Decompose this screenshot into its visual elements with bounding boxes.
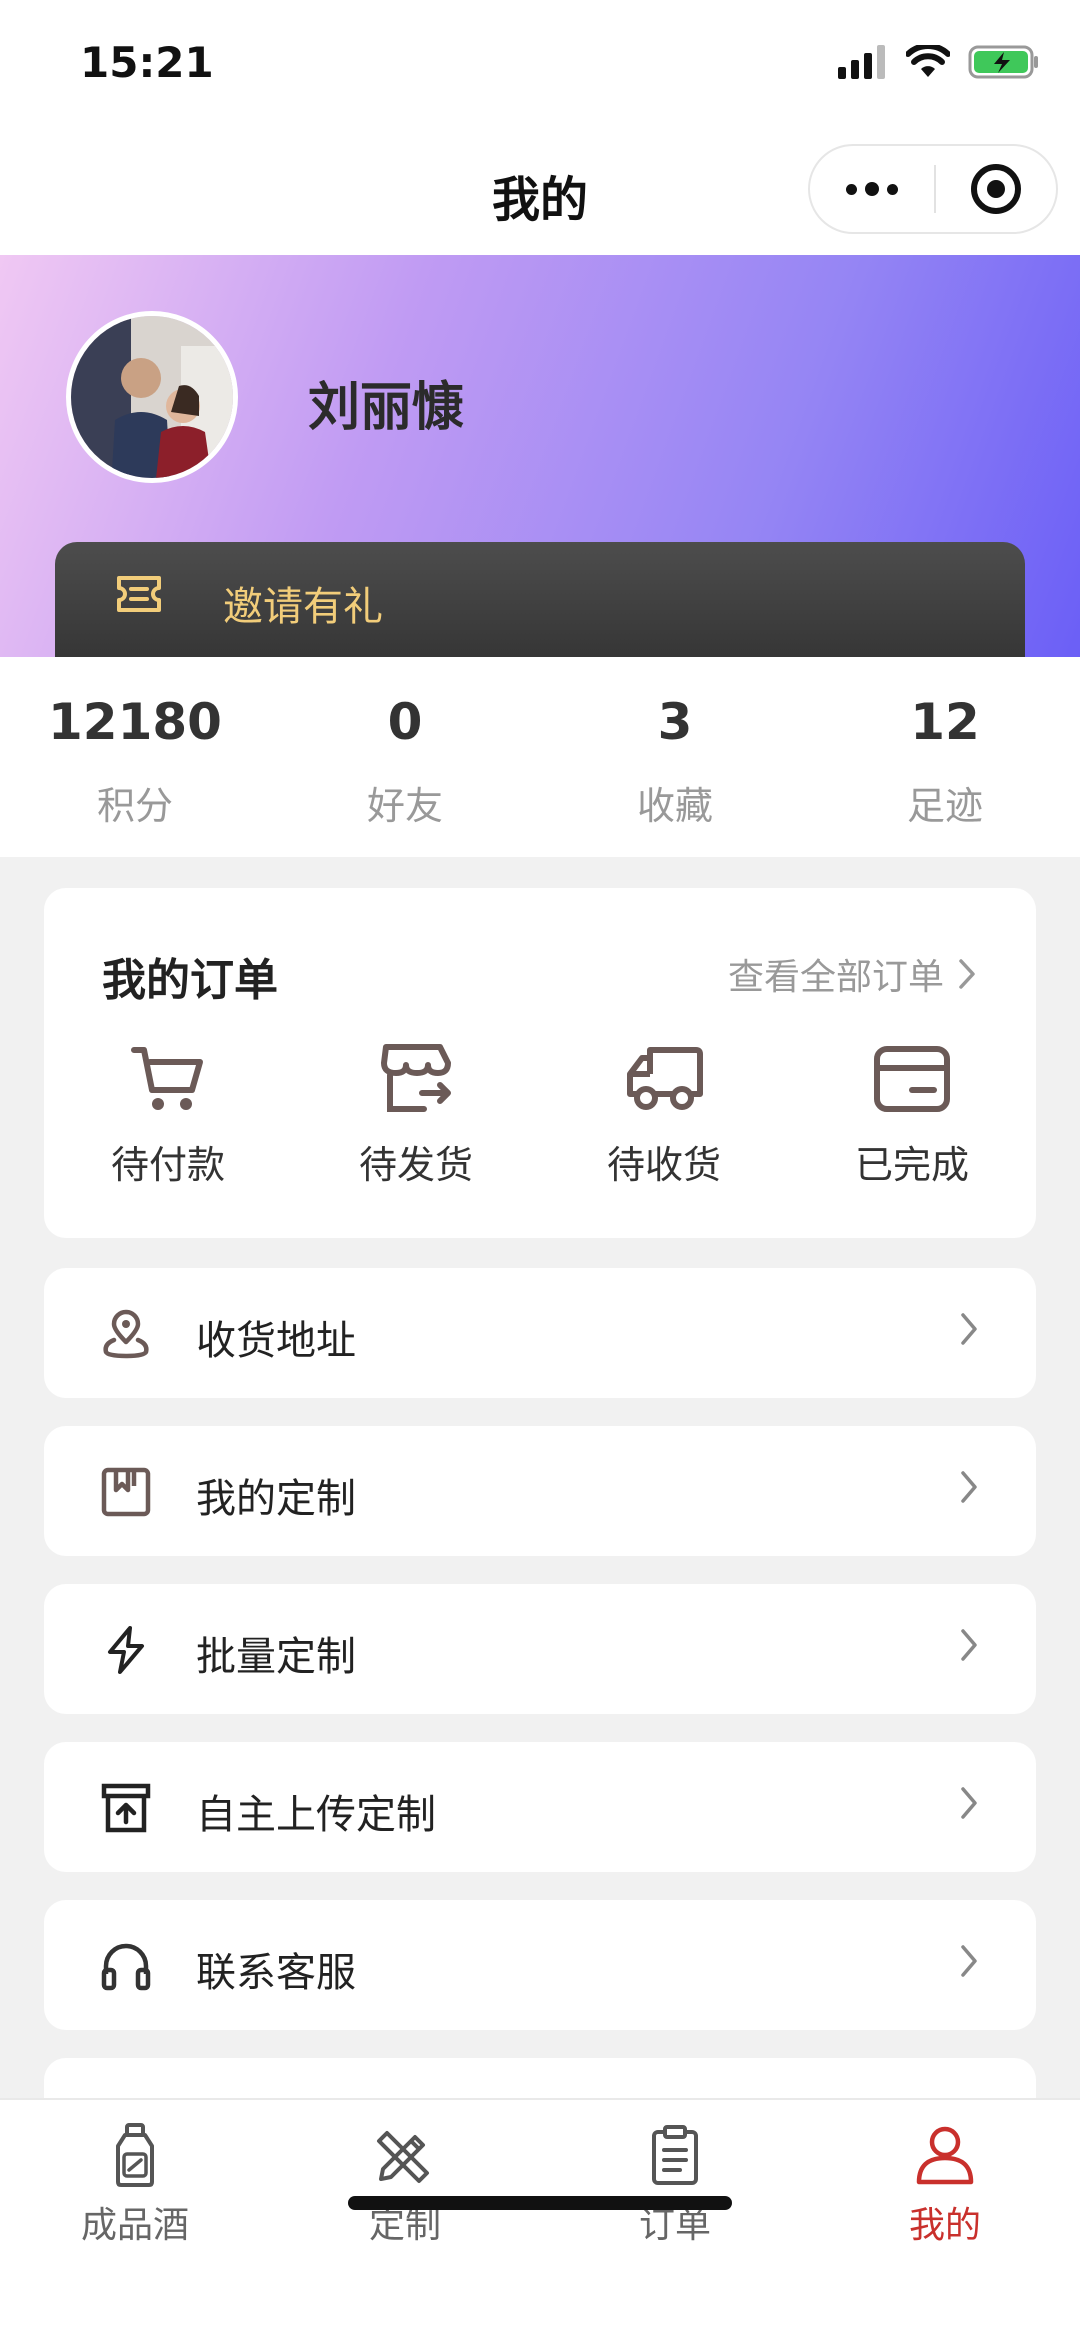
stat-value: 12180 xyxy=(48,693,222,751)
stats-bar: 12180 积分 0 好友 3 收藏 12 足迹 xyxy=(0,657,1080,857)
tab-finished-liquor[interactable]: 成品酒 xyxy=(0,2100,270,2250)
order-status-list: 待付款 待发货 待收货 已完成 xyxy=(44,1038,1036,1189)
order-status-label: 待收货 xyxy=(606,1143,721,1187)
tab-label: 我的 xyxy=(908,2205,981,2246)
menu-item-label: 自主上传定制 xyxy=(196,1792,436,1838)
order-completed[interactable]: 已完成 xyxy=(788,1038,1036,1189)
chevron-right-icon xyxy=(961,1313,977,1345)
headset-icon xyxy=(101,1943,151,1991)
orders-card: 我的订单 查看全部订单 待付款 待发货 待收货 已完成 xyxy=(44,888,1036,1238)
menu-item-label: 批量定制 xyxy=(196,1634,356,1680)
more-button[interactable] xyxy=(810,146,934,232)
target-close-icon xyxy=(971,164,1021,214)
order-pending-payment[interactable]: 待付款 xyxy=(44,1038,292,1189)
custom-box-icon xyxy=(101,1467,151,1517)
wallet-icon xyxy=(874,1046,950,1112)
more-dot-icon xyxy=(887,183,898,195)
home-indicator[interactable] xyxy=(348,2196,732,2210)
chevron-right-icon xyxy=(961,1945,977,1977)
battery-charging-icon xyxy=(968,45,1038,79)
order-status-label: 待发货 xyxy=(358,1143,473,1187)
profile-header: 刘丽慷 邀请有礼 xyxy=(0,255,1080,657)
user-icon xyxy=(916,2126,974,2185)
menu-item-bulk-custom[interactable]: 批量定制 xyxy=(44,1584,1036,1714)
menu-item-label: 收货地址 xyxy=(196,1318,356,1364)
pencil-ruler-icon xyxy=(377,2131,429,2183)
stat-value: 12 xyxy=(910,693,980,751)
wifi-icon xyxy=(906,45,950,77)
more-dot-icon xyxy=(865,182,879,196)
stat-label: 积分 xyxy=(96,784,173,828)
menu-item-my-custom[interactable]: 我的定制 xyxy=(44,1426,1036,1556)
status-time: 15:21 xyxy=(80,38,214,87)
cart-icon xyxy=(131,1047,203,1110)
stat-label: 收藏 xyxy=(636,784,713,828)
stat-label: 足迹 xyxy=(906,784,983,828)
menu-item-label: 我的定制 xyxy=(196,1476,356,1522)
location-pin-icon xyxy=(103,1309,149,1359)
stat-favorites[interactable]: 3 收藏 xyxy=(540,657,810,857)
status-icons xyxy=(838,44,1040,80)
more-dot-icon xyxy=(846,183,857,195)
order-pending-shipment[interactable]: 待发货 xyxy=(292,1038,540,1189)
tab-label: 成品酒 xyxy=(80,2205,189,2246)
order-status-label: 待付款 xyxy=(110,1143,225,1187)
avatar[interactable] xyxy=(66,311,238,483)
chevron-right-icon xyxy=(961,1471,977,1503)
cellular-signal-icon xyxy=(838,45,885,79)
close-miniprogram-button[interactable] xyxy=(936,162,1056,216)
clipboard-icon xyxy=(652,2125,698,2185)
menu-item-address[interactable]: 收货地址 xyxy=(44,1268,1036,1398)
stat-label: 好友 xyxy=(366,784,443,828)
menu-item-customer-service[interactable]: 联系客服 xyxy=(44,1900,1036,2030)
lightning-icon xyxy=(108,1626,144,1674)
chevron-right-icon xyxy=(959,959,975,989)
shop-ship-icon xyxy=(381,1044,451,1112)
tab-custom[interactable]: 定制 xyxy=(270,2100,540,2250)
username: 刘丽慷 xyxy=(308,378,465,438)
stat-value: 0 xyxy=(387,693,423,751)
stat-points[interactable]: 12180 积分 xyxy=(0,657,270,857)
order-pending-receipt[interactable]: 待收货 xyxy=(540,1038,788,1189)
view-all-orders-link[interactable]: 查看全部订单 xyxy=(728,948,976,1000)
miniprogram-capsule xyxy=(808,144,1058,234)
tab-orders[interactable]: 订单 xyxy=(540,2100,810,2250)
stat-friends[interactable]: 0 好友 xyxy=(270,657,540,857)
upload-box-icon xyxy=(101,1783,151,1833)
tab-mine[interactable]: 我的 xyxy=(810,2100,1080,2250)
invite-banner[interactable]: 邀请有礼 xyxy=(55,542,1025,657)
nav-bar: 我的 xyxy=(0,130,1080,255)
order-status-label: 已完成 xyxy=(854,1143,969,1187)
stat-value: 3 xyxy=(657,693,693,751)
bottle-icon xyxy=(116,2123,154,2187)
chevron-right-icon xyxy=(961,1787,977,1819)
view-all-label: 查看全部订单 xyxy=(727,957,944,998)
status-bar: 15:21 xyxy=(0,0,1080,130)
avatar-photo-icon xyxy=(71,316,233,478)
chevron-right-icon xyxy=(961,1629,977,1661)
stat-footprints[interactable]: 12 足迹 xyxy=(810,657,1080,857)
bottom-tab-bar: 成品酒 定制 订单 我的 xyxy=(0,2098,1080,2339)
truck-icon xyxy=(627,1047,703,1110)
menu-item-upload-custom[interactable]: 自主上传定制 xyxy=(44,1742,1036,1872)
menu-item-label: 联系客服 xyxy=(196,1950,356,1996)
invite-label: 邀请有礼 xyxy=(223,584,383,630)
ticket-icon xyxy=(117,576,161,612)
orders-title: 我的订单 xyxy=(102,955,278,1006)
